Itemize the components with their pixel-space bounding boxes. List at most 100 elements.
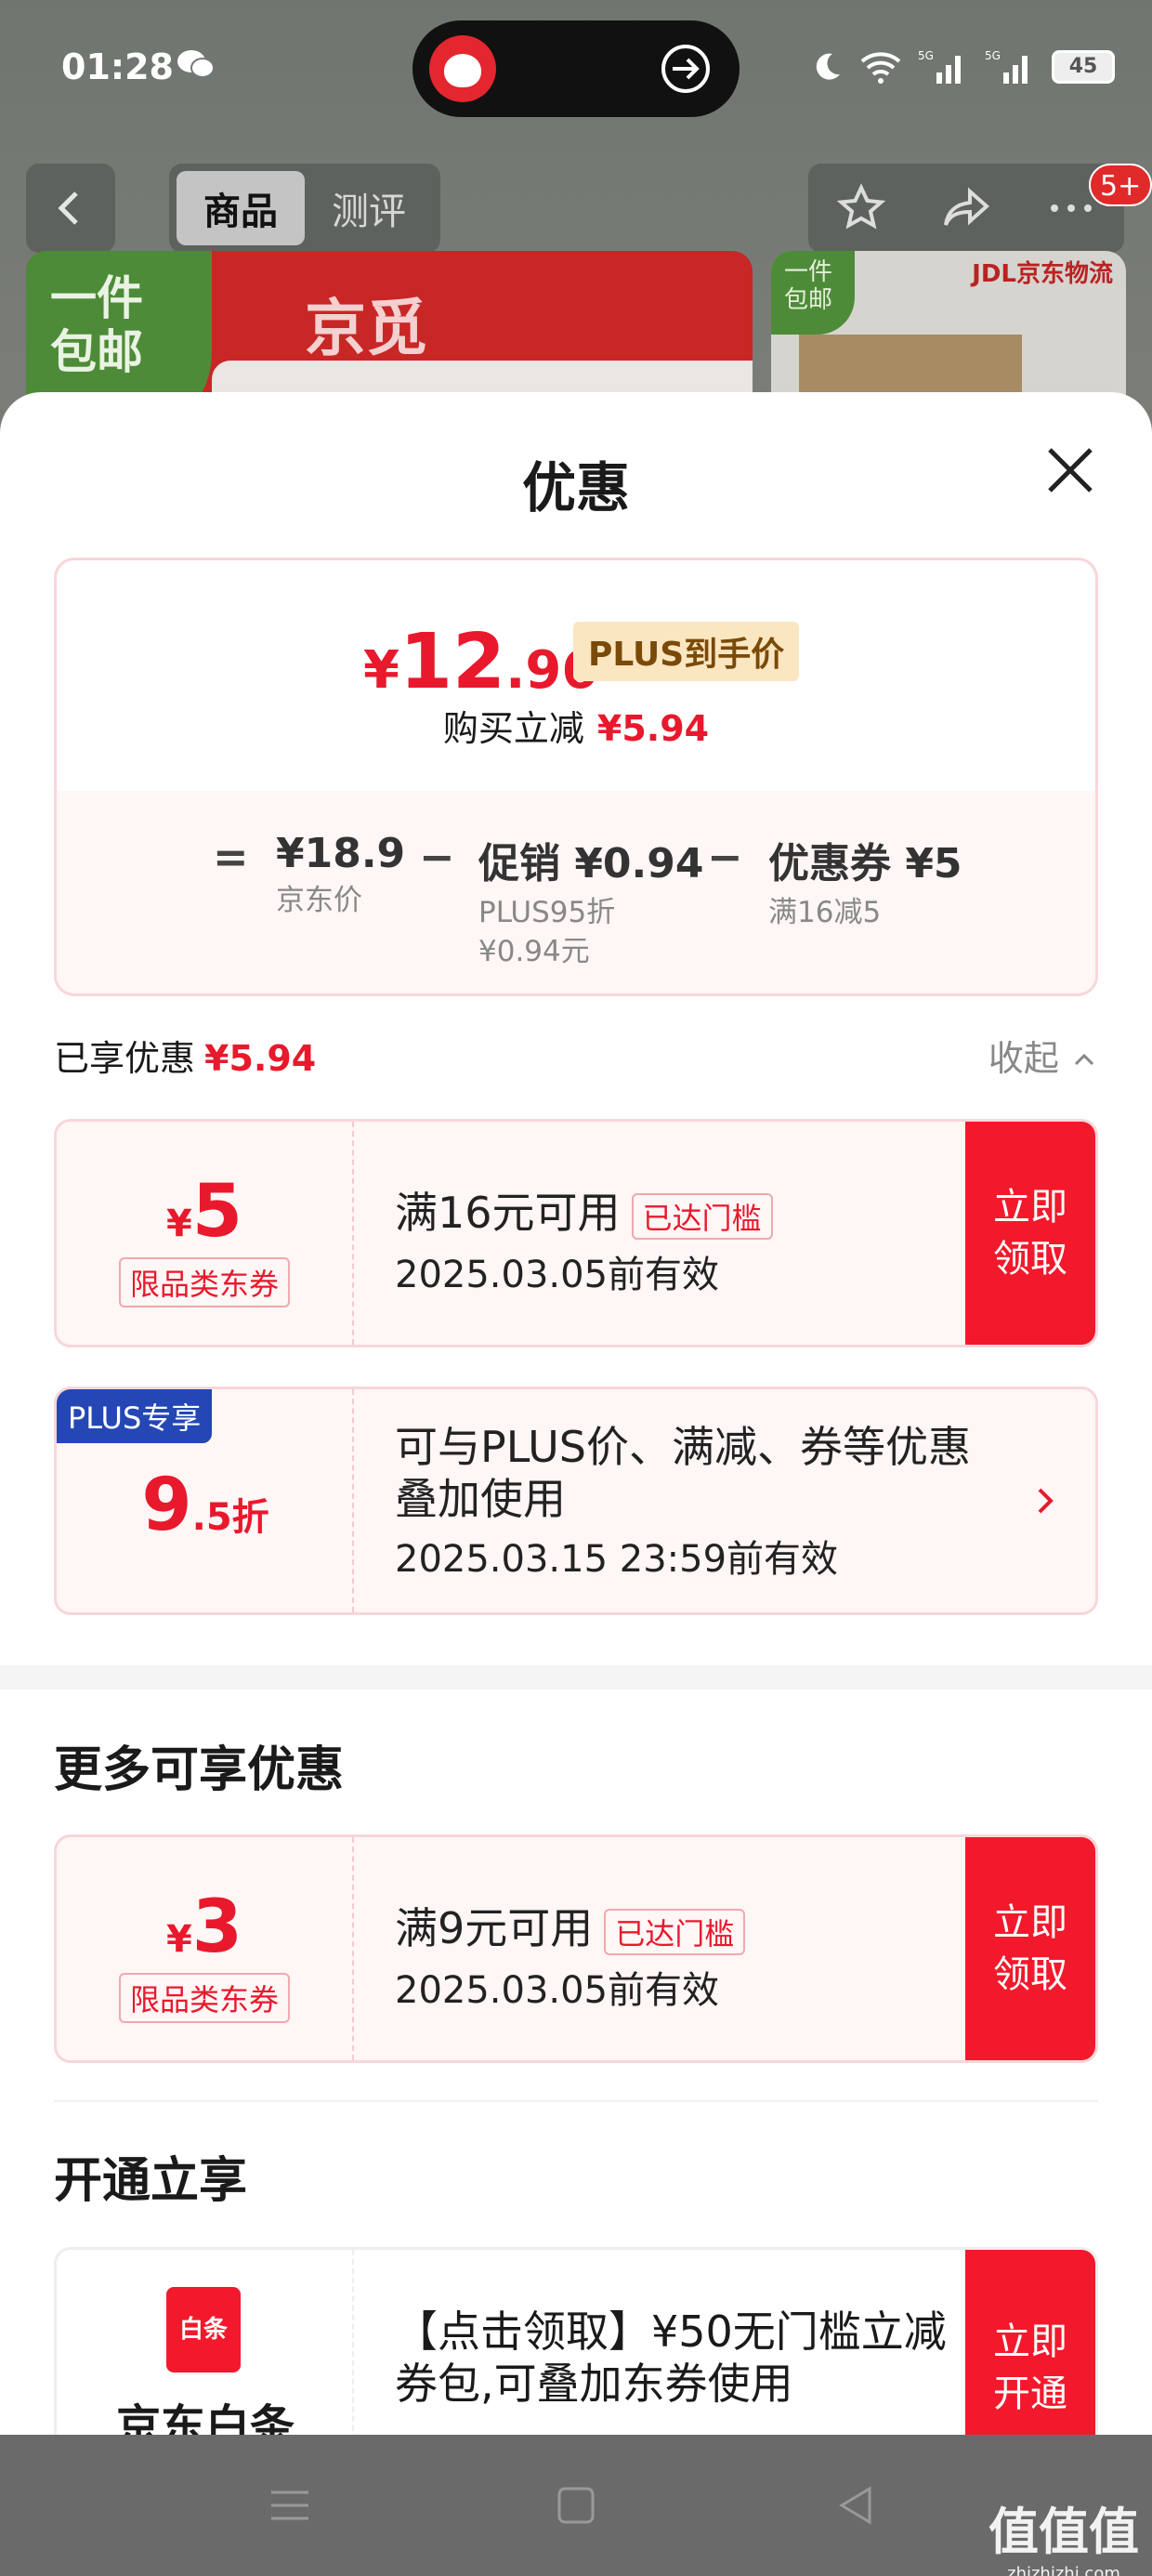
promo-col: 促销 ¥0.94 PLUS95折 ¥0.94元 <box>478 830 704 971</box>
baitiao-icon: 白条 <box>166 2287 241 2372</box>
coupon-amount: 优惠券 ¥5 <box>768 840 962 887</box>
share-icon[interactable] <box>938 180 994 236</box>
more-discounts-title: 更多可享优惠 <box>54 1742 345 1798</box>
chevron-up-icon <box>1074 1053 1094 1066</box>
coupon-value-area: ¥5 限品类东券 <box>57 1122 354 1345</box>
threshold-tag: 已达门槛 <box>631 1192 773 1240</box>
system-icons: 5G 5G 45 <box>810 46 1115 87</box>
baitiao-info: 【点击领取】¥50无门槛立减券包,可叠加东券使用 <box>395 2306 947 2410</box>
divider-line <box>54 2100 1098 2102</box>
price-integer: 12 <box>399 618 506 706</box>
chevron-left-icon <box>58 191 78 225</box>
direct-value: ¥5.94 <box>596 708 710 749</box>
brand-label: 京觅 <box>305 293 427 364</box>
home-icon[interactable] <box>554 2483 598 2528</box>
coupon-condition: 满16元可用 <box>395 1188 621 1238</box>
coupon-value: ¥5 <box>57 1170 352 1254</box>
coupon-amount-value: 5 <box>191 1170 243 1254</box>
plus-discount-card[interactable]: PLUS专享 9.5折 可与PLUS价、满减、券等优惠叠加使用 2025.03.… <box>54 1387 1098 1615</box>
coupon-validity: 2025.03.05前有效 <box>395 1969 720 2012</box>
coupon-info: 满16元可用 已达门槛 2025.03.05前有效 <box>395 1179 947 1298</box>
coupon-value-area: ¥3 限品类东券 <box>57 1837 354 2060</box>
coupon-currency: ¥ <box>165 1203 192 1245</box>
enjoyed-discount: 已享优惠 ¥5.94 <box>54 1030 316 1081</box>
plus-ribbon: PLUS专享 <box>57 1389 213 1443</box>
signal-5g-icon: 5G <box>918 49 961 84</box>
equals-sign: = <box>213 832 249 882</box>
chevron-right-icon[interactable] <box>1032 1482 1058 1519</box>
promo-sub1: PLUS95折 <box>478 896 616 929</box>
tab-goods[interactable]: 商品 <box>177 171 305 245</box>
menu-icon[interactable] <box>268 2483 312 2528</box>
close-icon[interactable] <box>1041 440 1100 500</box>
section-divider <box>0 1665 1152 1689</box>
minus-sign: − <box>419 832 455 882</box>
svg-text:5G: 5G <box>918 49 934 62</box>
coupon-sub: 满16减5 <box>768 896 882 929</box>
jd-mascot-icon <box>429 35 496 102</box>
plus-discount: 9.5折 <box>57 1464 354 1547</box>
price-breakdown: = ¥18.9 京东价 − 促销 ¥0.94 PLUS95折 ¥0.94元 − … <box>57 830 1095 988</box>
plus-description: 可与PLUS价、满减、券等优惠叠加使用 <box>395 1422 971 1524</box>
sheet-title: 优惠 <box>521 456 630 519</box>
tab-group: 商品 测评 <box>169 164 440 253</box>
jd-price-label: 京东价 <box>276 884 362 917</box>
discount-number: 9 <box>141 1464 192 1547</box>
open-benefits-title: 开通立享 <box>54 2153 248 2209</box>
coupon-amount-value: 3 <box>191 1886 243 1969</box>
enjoyed-label: 已享优惠 <box>54 1038 196 1079</box>
plus-price-tag: PLUS到手价 <box>573 622 800 681</box>
collapse-button[interactable]: 收起 <box>988 1030 1098 1081</box>
claim-button[interactable]: 立即领取 <box>965 1122 1095 1345</box>
star-icon[interactable] <box>833 180 889 236</box>
wechat-icon <box>177 50 215 78</box>
tab-review[interactable]: 测评 <box>305 171 433 245</box>
watermark: 值值值 zhizhizhi.com <box>988 2491 1139 2576</box>
plus-info: 可与PLUS价、满减、券等优惠叠加使用 2025.03.15 23:59前有效 <box>395 1421 1002 1583</box>
final-price: ¥ 12 .96 <box>363 618 597 706</box>
price-currency: ¥ <box>363 640 399 701</box>
message-badge: 5+ <box>1089 164 1152 206</box>
discount-suffix: .5折 <box>191 1496 269 1539</box>
watermark-url: zhizhizhi.com <box>1007 2564 1120 2576</box>
signal-5g-icon-2: 5G <box>985 49 1028 84</box>
collapse-label: 收起 <box>988 1038 1059 1079</box>
coupon-category: 限品类东券 <box>118 1973 290 2023</box>
status-bar: 01:28 5G 5G 45 <box>0 0 1152 139</box>
coupon-card-2[interactable]: ¥3 限品类东券 满9元可用 已达门槛 2025.03.05前有效 立即领取 <box>54 1834 1098 2063</box>
minus-sign-2: − <box>707 832 743 882</box>
direct-discount: 购买立减 ¥5.94 <box>57 700 1095 751</box>
coupon-card[interactable]: ¥5 限品类东券 满16元可用 已达门槛 2025.03.05前有效 立即领取 <box>54 1119 1098 1347</box>
discount-sheet: 优惠 ¥ 12 .96 PLUS到手价 购买立减 ¥5.94 = ¥18.9 京东… <box>0 392 1152 2489</box>
baitiao-description: 【点击领取】¥50无门槛立减券包,可叠加东券使用 <box>395 2307 947 2409</box>
coupon-currency: ¥ <box>165 1918 192 1961</box>
product-navbar: 商品 测评 <box>0 164 1152 256</box>
price-summary: ¥ 12 .96 PLUS到手价 购买立减 ¥5.94 = ¥18.9 京东价 −… <box>54 558 1098 996</box>
exit-icon[interactable] <box>660 43 712 95</box>
coupon-col: 优惠券 ¥5 满16减5 <box>768 830 962 932</box>
logistics-label: JDL京东物流 <box>972 260 1113 288</box>
coupon-value: ¥3 <box>57 1886 352 1969</box>
jd-price: ¥18.9 <box>276 830 406 877</box>
coupon-condition: 满9元可用 <box>395 1903 594 1953</box>
back-nav-icon[interactable] <box>834 2483 879 2528</box>
status-time: 01:28 <box>61 46 174 87</box>
watermark-text: 值值值 <box>988 2503 1139 2561</box>
direct-label: 购买立减 <box>442 708 584 749</box>
coupon-category: 限品类东券 <box>118 1257 290 1308</box>
dynamic-island[interactable] <box>412 20 740 117</box>
back-button[interactable] <box>26 164 115 253</box>
moon-icon <box>816 53 840 80</box>
battery-icon: 45 <box>1052 50 1115 84</box>
plus-validity: 2025.03.15 23:59前有效 <box>395 1538 839 1581</box>
coupon-info: 满9元可用 已达门槛 2025.03.05前有效 <box>395 1895 947 2014</box>
promo-amount: 促销 ¥0.94 <box>478 840 704 887</box>
free-ship-label-small: 一件 包邮 <box>771 251 855 335</box>
action-group <box>808 164 1124 253</box>
coupon-validity: 2025.03.05前有效 <box>395 1254 720 1296</box>
claim-button[interactable]: 立即领取 <box>965 1837 1095 2060</box>
threshold-tag: 已达门槛 <box>604 1908 746 1955</box>
promo-sub2: ¥0.94元 <box>478 935 590 968</box>
svg-text:5G: 5G <box>985 49 1001 62</box>
jd-price-col: ¥18.9 京东价 <box>276 830 405 920</box>
